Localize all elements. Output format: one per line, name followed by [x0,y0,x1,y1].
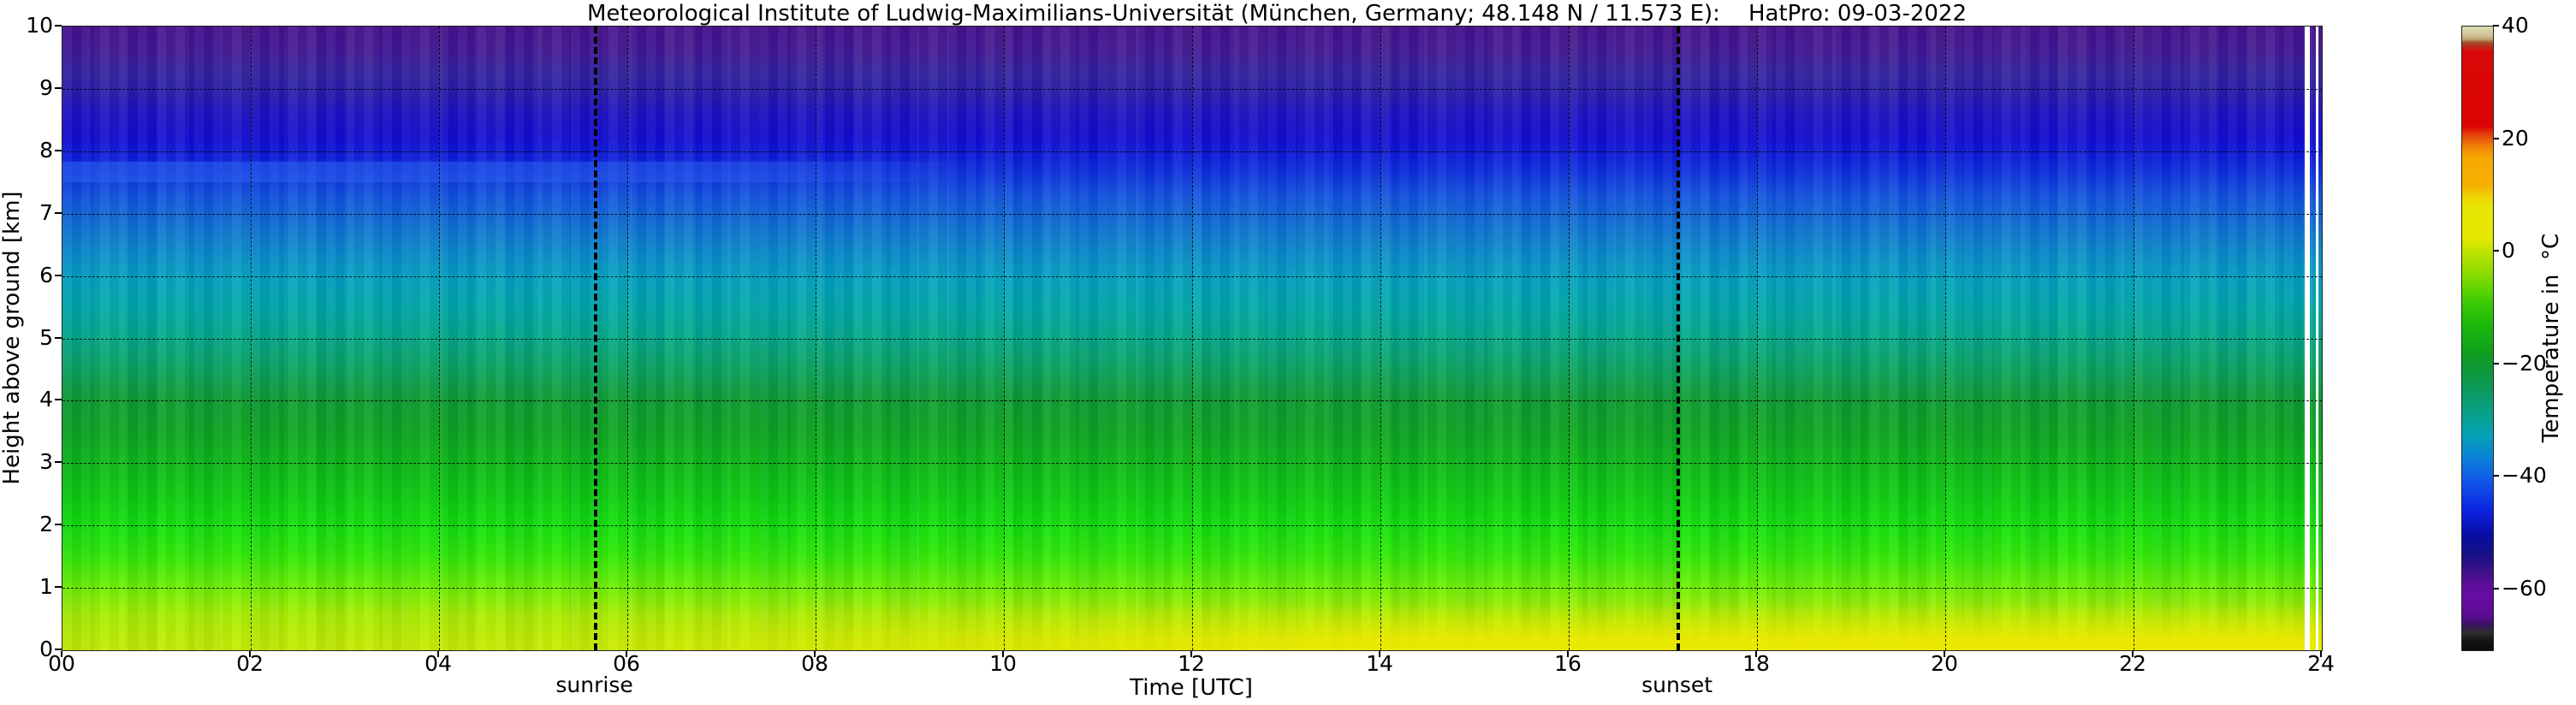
y-tick-label: 5 [0,325,53,351]
y-tick-mark [55,399,62,400]
grid-hline [62,339,2322,340]
x-tick-label: 04 [404,651,472,677]
colorbar-tick-mark [2493,138,2499,139]
colorbar-tick-mark [2493,25,2499,27]
sunrise-line [594,27,597,650]
y-tick-label: 7 [0,200,53,226]
y-tick-mark [55,337,62,339]
y-tick-label: 1 [0,574,53,600]
grid-hline [62,214,2322,215]
colorbar-tick-label: −20 [2502,351,2576,376]
y-tick-label: 0 [0,637,53,662]
y-tick-mark [55,461,62,463]
y-tick-mark [55,586,62,588]
y-tick-label: 10 [0,13,53,39]
x-tick-label: 12 [1157,651,1226,677]
grid-hline [62,400,2322,401]
grid-hline [62,588,2322,589]
y-tick-mark [55,524,62,525]
colorbar-tick-mark [2493,363,2499,364]
x-tick-label: 20 [1910,651,1979,677]
y-tick-label: 3 [0,449,53,475]
y-tick-mark [55,649,62,650]
y-tick-mark [55,212,62,214]
y-tick-label: 8 [0,138,53,163]
colorbar-tick-label: 20 [2502,126,2576,151]
y-tick-mark [55,25,62,27]
grid-hline [62,276,2322,277]
sunrise-label: sunrise [509,672,680,698]
sunset-line [1677,27,1680,650]
colorbar-tick-mark [2493,475,2499,477]
colorbar-tick-mark [2493,588,2499,589]
x-tick-label: 22 [2098,651,2167,677]
colorbar-label: Temperature in °C [2538,81,2564,595]
y-tick-mark [55,150,62,151]
x-tick-label: 02 [216,651,284,677]
warm-layer-stripe-8km [62,162,995,182]
x-tick-label: 14 [1345,651,1414,677]
y-tick-label: 2 [0,512,53,537]
chart-title: Meteorological Institute of Ludwig-Maxim… [0,1,2554,27]
grid-hline [62,525,2322,526]
y-tick-mark [55,275,62,276]
colorbar-tick-label: 0 [2502,238,2576,264]
colorbar-tick-label: −40 [2502,463,2576,489]
y-tick-mark [55,87,62,89]
x-axis-label: Time [UTC] [62,675,2321,701]
x-tick-label: 24 [2287,651,2355,677]
grid-hline [62,463,2322,464]
colorbar-tick-label: 40 [2502,13,2576,39]
grid-hline [62,151,2322,152]
x-tick-label: 10 [969,651,1037,677]
y-tick-label: 4 [0,387,53,412]
y-tick-label: 9 [0,75,53,101]
colorbar [2461,26,2494,651]
x-tick-label: 08 [781,651,849,677]
colorbar-tick-label: −60 [2502,576,2576,601]
y-tick-label: 6 [0,263,53,288]
grid-hline [62,89,2322,90]
sunset-label: sunset [1592,672,1763,698]
heatmap-plot-area [62,26,2323,651]
colorbar-tick-mark [2493,250,2499,252]
